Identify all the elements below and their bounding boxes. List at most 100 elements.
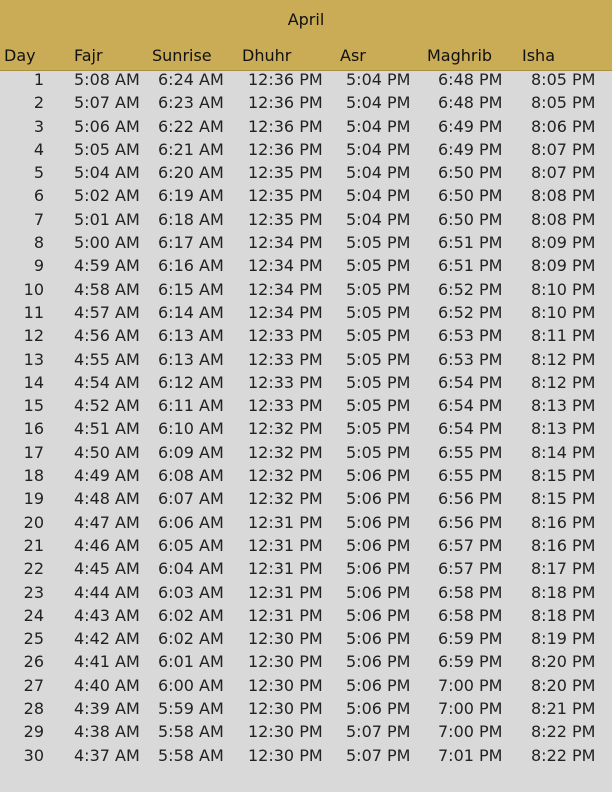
cell-asr: 5:06 PM — [346, 582, 411, 602]
cell-fajr: 4:57 AM — [74, 302, 140, 322]
prayer-timetable: April Day Fajr Sunrise Dhuhr Asr Maghrib… — [0, 0, 612, 792]
table-row: 29 4:38 AM 5:58 AM 12:30 PM 5:07 PM 7:00 PM 8:… — [0, 722, 612, 745]
table-row: 12 4:56 AM 6:13 AM 12:33 PM 5:05 PM 6:53 PM 8:… — [0, 326, 612, 349]
cell-fajr: 5:00 AM — [74, 233, 140, 253]
cell-asr: 5:06 PM — [346, 629, 411, 649]
cell-day: 9 — [33, 256, 44, 276]
header-maghrib: Maghrib — [427, 46, 493, 65]
cell-dhuhr: 12:36 PM — [248, 139, 323, 159]
cell-asr: 5:05 PM — [346, 233, 411, 253]
header-sunrise: Sunrise — [152, 46, 212, 65]
cell-dhuhr: 12:33 PM — [248, 349, 323, 369]
header-fajr: Fajr — [74, 46, 103, 65]
cell-maghrib: 6:58 PM — [438, 605, 503, 625]
cell-sunrise: 6:22 AM — [158, 116, 224, 136]
cell-maghrib: 7:00 PM — [438, 699, 503, 719]
cell-dhuhr: 12:31 PM — [248, 512, 323, 532]
cell-day: 7 — [33, 209, 44, 229]
cell-fajr: 4:42 AM — [74, 629, 140, 649]
cell-isha: 8:12 PM — [531, 349, 596, 369]
cell-maghrib: 6:52 PM — [438, 279, 503, 299]
table-row: 9 4:59 AM 6:16 AM 12:34 PM 5:05 PM 6:51 PM 8:0… — [0, 256, 612, 279]
cell-isha: 8:11 PM — [531, 326, 596, 346]
cell-day: 16 — [23, 419, 44, 439]
cell-maghrib: 6:53 PM — [438, 349, 503, 369]
cell-maghrib: 6:48 PM — [438, 70, 503, 89]
cell-dhuhr: 12:32 PM — [248, 466, 323, 486]
cell-maghrib: 6:57 PM — [438, 559, 503, 579]
cell-sunrise: 6:10 AM — [158, 419, 224, 439]
cell-asr: 5:06 PM — [346, 512, 411, 532]
cell-fajr: 4:51 AM — [74, 419, 140, 439]
cell-fajr: 5:08 AM — [74, 70, 140, 89]
cell-fajr: 4:46 AM — [74, 535, 140, 555]
cell-day: 30 — [23, 745, 44, 765]
table-row: 14 4:54 AM 6:12 AM 12:33 PM 5:05 PM 6:54 PM 8:… — [0, 373, 612, 396]
cell-asr: 5:05 PM — [346, 302, 411, 322]
cell-isha: 8:16 PM — [531, 535, 596, 555]
cell-maghrib: 6:49 PM — [438, 116, 503, 136]
cell-sunrise: 6:13 AM — [158, 326, 224, 346]
cell-maghrib: 6:49 PM — [438, 139, 503, 159]
table-row: 26 4:41 AM 6:01 AM 12:30 PM 5:06 PM 6:59 PM 8:… — [0, 652, 612, 675]
table-row: 2 5:07 AM 6:23 AM 12:36 PM 5:04 PM 6:48 PM 8:0… — [0, 93, 612, 116]
table-row: 27 4:40 AM 6:00 AM 12:30 PM 5:06 PM 7:00 PM 8:… — [0, 676, 612, 699]
cell-sunrise: 6:15 AM — [158, 279, 224, 299]
cell-dhuhr: 12:36 PM — [248, 116, 323, 136]
table-row: 15 4:52 AM 6:11 AM 12:33 PM 5:05 PM 6:54 PM 8:… — [0, 396, 612, 419]
cell-asr: 5:05 PM — [346, 349, 411, 369]
cell-dhuhr: 12:30 PM — [248, 675, 323, 695]
cell-fajr: 5:02 AM — [74, 186, 140, 206]
cell-sunrise: 6:12 AM — [158, 372, 224, 392]
cell-fajr: 4:44 AM — [74, 582, 140, 602]
cell-isha: 8:05 PM — [531, 93, 596, 113]
table-row: 3 5:06 AM 6:22 AM 12:36 PM 5:04 PM 6:49 PM 8:0… — [0, 117, 612, 140]
cell-fajr: 5:07 AM — [74, 93, 140, 113]
table-row: 5 5:04 AM 6:20 AM 12:35 PM 5:04 PM 6:50 PM 8:0… — [0, 163, 612, 186]
cell-dhuhr: 12:33 PM — [248, 372, 323, 392]
cell-day: 10 — [23, 279, 44, 299]
cell-day: 29 — [23, 722, 44, 742]
cell-fajr: 4:55 AM — [74, 349, 140, 369]
cell-maghrib: 6:54 PM — [438, 419, 503, 439]
cell-asr: 5:05 PM — [346, 326, 411, 346]
cell-dhuhr: 12:34 PM — [248, 279, 323, 299]
cell-day: 12 — [23, 326, 44, 346]
cell-sunrise: 5:58 AM — [158, 745, 224, 765]
cell-day: 19 — [23, 489, 44, 509]
table-row: 25 4:42 AM 6:02 AM 12:30 PM 5:06 PM 6:59 PM 8:… — [0, 629, 612, 652]
table-row: 4 5:05 AM 6:21 AM 12:36 PM 5:04 PM 6:49 PM 8:0… — [0, 140, 612, 163]
cell-maghrib: 6:50 PM — [438, 163, 503, 183]
cell-sunrise: 6:16 AM — [158, 256, 224, 276]
cell-asr: 5:04 PM — [346, 209, 411, 229]
cell-day: 5 — [33, 163, 44, 183]
cell-dhuhr: 12:35 PM — [248, 209, 323, 229]
header-asr: Asr — [340, 46, 366, 65]
cell-fajr: 4:52 AM — [74, 396, 140, 416]
cell-fajr: 4:39 AM — [74, 699, 140, 719]
cell-fajr: 4:38 AM — [74, 722, 140, 742]
cell-asr: 5:05 PM — [346, 419, 411, 439]
table-row: 13 4:55 AM 6:13 AM 12:33 PM 5:05 PM 6:53 PM 8:… — [0, 350, 612, 373]
cell-fajr: 4:40 AM — [74, 675, 140, 695]
cell-isha: 8:07 PM — [531, 139, 596, 159]
cell-dhuhr: 12:30 PM — [248, 745, 323, 765]
cell-fajr: 4:43 AM — [74, 605, 140, 625]
cell-maghrib: 6:51 PM — [438, 256, 503, 276]
table-row: 6 5:02 AM 6:19 AM 12:35 PM 5:04 PM 6:50 PM 8:0… — [0, 186, 612, 209]
cell-isha: 8:22 PM — [531, 722, 596, 742]
cell-sunrise: 6:08 AM — [158, 466, 224, 486]
cell-sunrise: 6:00 AM — [158, 675, 224, 695]
table-row: 30 4:37 AM 5:58 AM 12:30 PM 5:07 PM 7:01 PM 8:… — [0, 746, 612, 769]
cell-maghrib: 6:55 PM — [438, 442, 503, 462]
cell-asr: 5:06 PM — [346, 675, 411, 695]
table-row: 10 4:58 AM 6:15 AM 12:34 PM 5:05 PM 6:52 PM 8:… — [0, 280, 612, 303]
cell-fajr: 5:01 AM — [74, 209, 140, 229]
cell-day: 25 — [23, 629, 44, 649]
cell-asr: 5:04 PM — [346, 139, 411, 159]
table-row: 24 4:43 AM 6:02 AM 12:31 PM 5:06 PM 6:58 PM 8:… — [0, 606, 612, 629]
cell-isha: 8:15 PM — [531, 489, 596, 509]
cell-dhuhr: 12:33 PM — [248, 396, 323, 416]
cell-maghrib: 6:56 PM — [438, 489, 503, 509]
cell-asr: 5:06 PM — [346, 605, 411, 625]
